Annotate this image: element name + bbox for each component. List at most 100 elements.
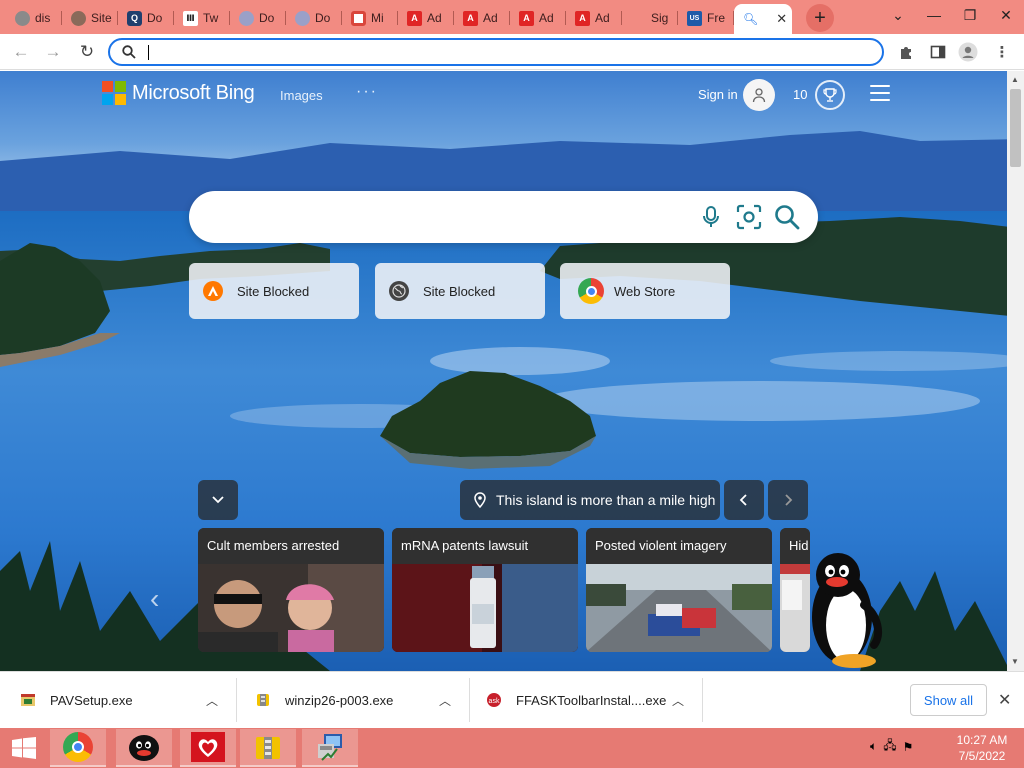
taskbar-pingu-app[interactable] — [116, 729, 172, 767]
chevron-up-icon[interactable]: ︿ — [206, 692, 218, 709]
back-arrow-icon[interactable]: ← — [10, 41, 32, 63]
nav-images-link[interactable]: Images — [280, 88, 323, 103]
chevron-down-icon[interactable]: ⌄ — [880, 7, 916, 24]
volume-muted-icon[interactable]: 🔈︎ — [870, 739, 877, 754]
installer-computer-icon — [318, 734, 342, 761]
address-input[interactable] — [146, 42, 866, 62]
avast-icon — [203, 281, 223, 301]
forward-arrow-icon[interactable]: → — [42, 41, 64, 63]
action-center-flag-icon[interactable]: ⚑ — [903, 740, 914, 754]
bing-search-box[interactable] — [189, 191, 818, 243]
installer-file-icon — [21, 694, 35, 706]
tab-do-2[interactable]: Do — [230, 4, 286, 32]
download-item[interactable]: ask FFASKToolbarInstal....exe ︿ — [470, 678, 703, 722]
close-tab-icon[interactable]: ✕ — [776, 11, 787, 27]
tab-tw[interactable]: Ⅲ Tw — [174, 4, 230, 32]
scrollbar-thumb[interactable] — [1010, 89, 1021, 167]
tab-site[interactable]: Site — [62, 4, 118, 32]
heart-logo-icon — [191, 732, 225, 762]
next-image-button[interactable] — [768, 480, 808, 520]
collapse-feed-button[interactable] — [198, 480, 238, 520]
quick-link-site-blocked-1[interactable]: Site Blocked — [189, 263, 359, 319]
tab-label: Ad — [427, 11, 442, 25]
sign-in-link[interactable]: Sign in — [698, 87, 738, 102]
bing-logo[interactable]: Microsoft Bing — [102, 81, 255, 105]
network-icon[interactable]: 🖧 — [883, 736, 896, 757]
visual-search-icon[interactable] — [735, 203, 763, 231]
tab-ad-3[interactable]: A Ad — [510, 4, 566, 32]
globe-icon — [295, 10, 310, 26]
microphone-icon[interactable] — [697, 203, 725, 231]
minimize-icon[interactable]: — — [916, 7, 952, 23]
tab-ad-2[interactable]: A Ad — [454, 4, 510, 32]
tab-ad-1[interactable]: A Ad — [398, 4, 454, 32]
previous-image-button[interactable] — [724, 480, 764, 520]
close-window-icon[interactable]: ✕ — [988, 7, 1024, 24]
rewards-trophy-icon[interactable] — [815, 80, 845, 110]
tab-do[interactable]: Q Do — [118, 4, 174, 32]
start-button[interactable] — [0, 729, 48, 767]
chevron-up-icon[interactable]: ︿ — [672, 692, 684, 709]
chevron-right-icon — [785, 494, 793, 506]
tab-active-search[interactable]: 🔍︎ ✕ — [734, 4, 792, 34]
search-submit-icon[interactable] — [773, 203, 801, 231]
tab-label: Ad — [539, 11, 554, 25]
download-item[interactable]: PAVSetup.exe ︿ — [0, 678, 237, 722]
chevron-up-icon[interactable]: ︿ — [439, 692, 451, 709]
globe-icon — [239, 10, 254, 26]
globe-icon — [15, 10, 30, 26]
scroll-up-icon[interactable]: ▲ — [1011, 75, 1019, 84]
news-card[interactable]: Cult members arrested — [198, 528, 384, 652]
news-card-title: Posted violent imagery — [586, 528, 772, 564]
paint-icon — [351, 10, 366, 26]
quick-link-web-store[interactable]: Web Store — [560, 263, 730, 319]
tab-label: Do — [315, 11, 331, 25]
download-filename: PAVSetup.exe — [50, 692, 133, 708]
taskbar-archive-app[interactable] — [240, 729, 296, 767]
chrome-icon — [63, 732, 93, 762]
show-all-downloads-button[interactable]: Show all — [910, 684, 987, 716]
tab-mi[interactable]: Mi — [342, 4, 398, 32]
image-caption[interactable]: This island is more than a mile high — [460, 480, 720, 520]
restore-icon[interactable]: ❐ — [952, 7, 988, 24]
scroll-down-icon[interactable]: ▼ — [1011, 657, 1019, 666]
news-card[interactable]: Posted violent imagery — [586, 528, 772, 652]
tab-sig[interactable]: Sig — [622, 4, 678, 32]
adobe-icon: A — [575, 10, 590, 26]
new-tab-button[interactable]: + — [806, 4, 834, 32]
usa-icon: US — [687, 10, 702, 26]
taskbar-installer-app[interactable] — [302, 729, 358, 767]
tab-fre[interactable]: US Fre — [678, 4, 734, 32]
globe-icon — [389, 281, 409, 301]
pingu-penguin-image — [812, 553, 883, 668]
page-scrollbar[interactable]: ▲ ▼ — [1007, 71, 1024, 671]
close-shelf-icon[interactable]: ✕ — [998, 690, 1011, 710]
nav-more-icon[interactable]: ··· — [356, 83, 378, 101]
bing-search-input[interactable] — [213, 205, 693, 229]
profile-icon[interactable] — [958, 42, 978, 62]
user-avatar-icon[interactable] — [743, 79, 775, 111]
download-item[interactable]: winzip26-p003.exe ︿ — [237, 678, 470, 722]
reload-icon[interactable]: ↻ — [76, 41, 98, 63]
side-panel-icon[interactable] — [928, 42, 948, 62]
address-bar[interactable] — [108, 38, 884, 66]
system-tray: 🔈︎ 🖧 ⚑ — [870, 736, 919, 757]
tab-label: Ad — [595, 11, 610, 25]
tab-ad-4[interactable]: A Ad — [566, 4, 622, 32]
taskbar-heart-app[interactable] — [180, 729, 236, 767]
news-card[interactable]: mRNA patents lawsuit — [392, 528, 578, 652]
system-clock[interactable]: 10:27 AM 7/5/2022 — [952, 732, 1012, 764]
tab-label: Mi — [371, 11, 384, 25]
news-card-image — [392, 564, 578, 652]
carousel-left-arrow-icon[interactable]: ‹ — [150, 583, 159, 615]
search-icon — [122, 45, 136, 59]
tab-dis[interactable]: dis — [6, 4, 62, 32]
taskbar-chrome[interactable] — [50, 729, 106, 767]
hamburger-menu-icon[interactable] — [870, 85, 890, 101]
adobe-icon: A — [407, 10, 422, 26]
rewards-points[interactable]: 10 — [793, 87, 807, 102]
kebab-menu-icon[interactable]: ⋮ — [992, 42, 1012, 62]
extensions-puzzle-icon[interactable] — [896, 42, 916, 62]
tab-do-3[interactable]: Do — [286, 4, 342, 32]
quick-link-site-blocked-2[interactable]: Site Blocked — [375, 263, 545, 319]
